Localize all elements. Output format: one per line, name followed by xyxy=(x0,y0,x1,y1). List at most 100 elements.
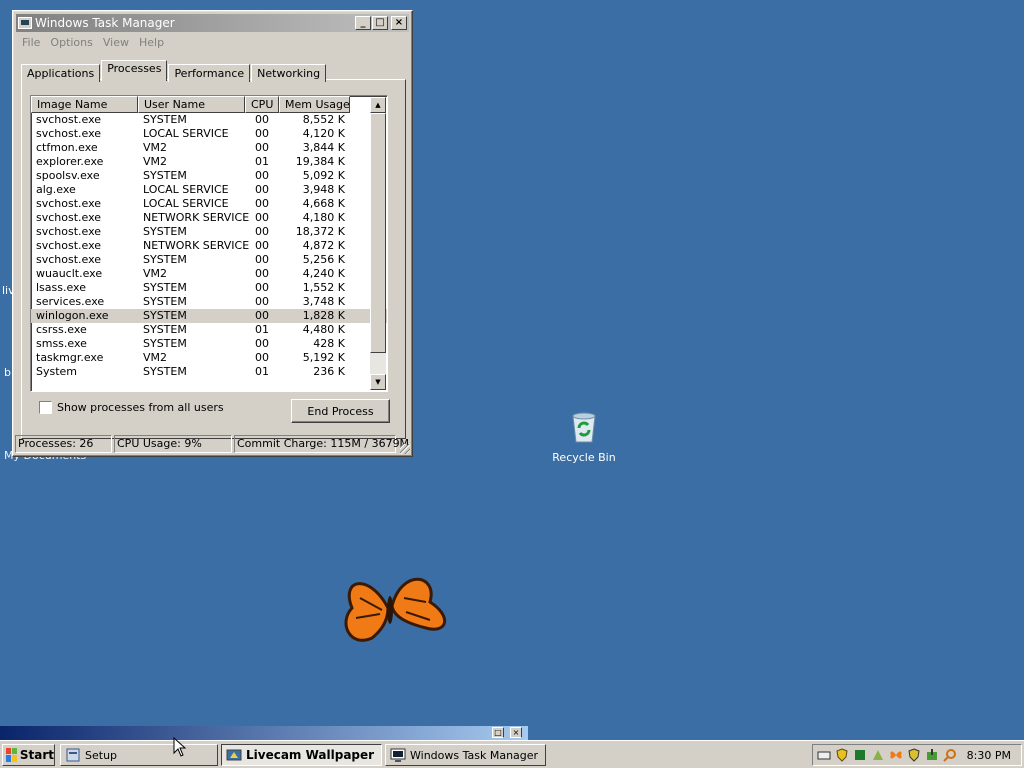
network-icon[interactable] xyxy=(853,748,867,762)
table-row[interactable]: svchost.exe SYSTEM 00 18,372 K xyxy=(31,225,387,239)
vertical-scrollbar[interactable]: ▲ ▼ xyxy=(370,97,386,390)
keyboard-icon[interactable] xyxy=(817,748,831,762)
livecam-icon xyxy=(226,749,242,761)
start-label: Start xyxy=(19,747,54,762)
status-cpu-usage: CPU Usage: 9% xyxy=(114,435,232,453)
process-cpu: 00 xyxy=(255,295,269,308)
menu-help[interactable]: Help xyxy=(134,34,169,51)
process-list[interactable]: Image Name User Name CPU Mem Usage svcho… xyxy=(30,95,388,392)
setup-window-edge[interactable]: □ × xyxy=(0,726,528,740)
process-image-name: System xyxy=(36,365,78,378)
system-tray: 8:30 PM xyxy=(812,744,1022,766)
process-mem-usage: 4,668 K xyxy=(302,197,345,210)
desktop-icon-label-fragment[interactable]: b xyxy=(4,366,11,379)
scroll-up-arrow-icon[interactable]: ▲ xyxy=(370,97,386,113)
table-row[interactable]: svchost.exe LOCAL SERVICE 00 4,120 K xyxy=(31,127,387,141)
process-mem-usage: 4,180 K xyxy=(302,211,345,224)
process-image-name: svchost.exe xyxy=(36,239,102,252)
table-row[interactable]: smss.exe SYSTEM 00 428 K xyxy=(31,337,387,351)
show-all-users-option[interactable]: Show processes from all users xyxy=(39,401,224,414)
table-row[interactable]: svchost.exe SYSTEM 00 5,256 K xyxy=(31,253,387,267)
process-mem-usage: 3,748 K xyxy=(302,295,345,308)
process-mem-usage: 5,192 K xyxy=(302,351,345,364)
title-bar[interactable]: Windows Task Manager _ □ × xyxy=(16,14,409,32)
process-image-name: svchost.exe xyxy=(36,225,102,238)
process-image-name: svchost.exe xyxy=(36,127,102,140)
process-cpu: 00 xyxy=(255,351,269,364)
table-row[interactable]: winlogon.exe SYSTEM 00 1,828 K xyxy=(31,309,387,323)
task-manager-window[interactable]: Windows Task Manager _ □ × File Options … xyxy=(12,10,413,457)
maximize-button[interactable]: □ xyxy=(372,16,388,30)
table-row[interactable]: svchost.exe NETWORK SERVICE 00 4,180 K xyxy=(31,211,387,225)
table-row[interactable]: services.exe SYSTEM 00 3,748 K xyxy=(31,295,387,309)
process-cpu: 01 xyxy=(255,155,269,168)
menu-view[interactable]: View xyxy=(98,34,134,51)
maximize-button[interactable]: □ xyxy=(492,727,504,738)
search-icon[interactable] xyxy=(943,748,957,762)
table-row[interactable]: taskmgr.exe VM2 00 5,192 K xyxy=(31,351,387,365)
taskbar-item-label: Windows Task Manager xyxy=(410,748,539,762)
process-mem-usage: 3,844 K xyxy=(302,141,345,154)
process-image-name: svchost.exe xyxy=(36,197,102,210)
table-row[interactable]: explorer.exe VM2 01 19,384 K xyxy=(31,155,387,169)
end-process-button[interactable]: End Process xyxy=(291,399,390,423)
column-header-mem-usage[interactable]: Mem Usage xyxy=(279,96,350,113)
tab-performance[interactable]: Performance xyxy=(168,64,251,82)
table-row[interactable]: wuauclt.exe VM2 00 4,240 K xyxy=(31,267,387,281)
process-image-name: taskmgr.exe xyxy=(36,351,104,364)
column-header-image-name[interactable]: Image Name xyxy=(31,96,138,113)
scroll-down-arrow-icon[interactable]: ▼ xyxy=(370,374,386,390)
mouse-cursor-icon xyxy=(173,737,187,757)
table-row[interactable]: alg.exe LOCAL SERVICE 00 3,948 K xyxy=(31,183,387,197)
process-cpu: 00 xyxy=(255,239,269,252)
shield-icon[interactable] xyxy=(835,748,849,762)
recycle-bin-desktop-icon[interactable]: Recycle Bin xyxy=(552,410,616,464)
task-manager-icon xyxy=(390,748,406,762)
table-row[interactable]: svchost.exe LOCAL SERVICE 00 4,668 K xyxy=(31,197,387,211)
process-user-name: VM2 xyxy=(143,155,168,168)
livecam-icon[interactable] xyxy=(871,748,885,762)
taskbar-item-livecam-wallpaper[interactable]: Livecam Wallpaper xyxy=(221,744,382,766)
scrollbar-thumb[interactable] xyxy=(370,113,386,353)
process-image-name: explorer.exe xyxy=(36,155,104,168)
show-all-users-label[interactable]: Show processes from all users xyxy=(57,401,224,414)
close-button[interactable]: × xyxy=(391,16,407,30)
process-user-name: LOCAL SERVICE xyxy=(143,197,229,210)
table-row[interactable]: lsass.exe SYSTEM 00 1,552 K xyxy=(31,281,387,295)
process-user-name: SYSTEM xyxy=(143,169,187,182)
table-row[interactable]: ctfmon.exe VM2 00 3,844 K xyxy=(31,141,387,155)
process-user-name: SYSTEM xyxy=(143,281,187,294)
taskbar-item-task-manager[interactable]: Windows Task Manager xyxy=(385,744,546,766)
process-cpu: 01 xyxy=(255,323,269,336)
table-row[interactable]: svchost.exe NETWORK SERVICE 00 4,872 K xyxy=(31,239,387,253)
tab-networking[interactable]: Networking xyxy=(251,64,327,82)
menu-file[interactable]: File xyxy=(17,34,45,51)
column-header-cpu[interactable]: CPU xyxy=(245,96,279,113)
minimize-button[interactable]: _ xyxy=(355,16,371,30)
show-all-users-checkbox[interactable] xyxy=(39,401,52,414)
table-row[interactable]: csrss.exe SYSTEM 01 4,480 K xyxy=(31,323,387,337)
tab-processes[interactable]: Processes xyxy=(101,60,168,81)
butterfly-icon[interactable] xyxy=(889,748,903,762)
process-cpu: 00 xyxy=(255,253,269,266)
process-user-name: NETWORK SERVICE xyxy=(143,239,250,252)
process-mem-usage: 3,948 K xyxy=(302,183,345,196)
window-title: Windows Task Manager xyxy=(35,16,175,30)
security-icon[interactable] xyxy=(907,748,921,762)
resize-grip-icon[interactable] xyxy=(400,444,410,454)
process-image-name: svchost.exe xyxy=(36,113,102,126)
table-row[interactable]: System SYSTEM 01 236 K xyxy=(31,365,387,379)
table-row[interactable]: svchost.exe SYSTEM 00 8,552 K xyxy=(31,113,387,127)
recycle-bin-icon xyxy=(572,412,596,443)
menu-options[interactable]: Options xyxy=(45,34,97,51)
process-user-name: VM2 xyxy=(143,141,168,154)
table-row[interactable]: spoolsv.exe SYSTEM 00 5,092 K xyxy=(31,169,387,183)
start-button[interactable]: Start xyxy=(2,743,55,766)
clock[interactable]: 8:30 PM xyxy=(967,749,1011,762)
tab-applications[interactable]: Applications xyxy=(21,64,101,82)
taskbar-item-setup[interactable]: Setup xyxy=(60,744,218,766)
close-button[interactable]: × xyxy=(510,727,522,738)
column-header-user-name[interactable]: User Name xyxy=(138,96,245,113)
install-icon[interactable] xyxy=(925,748,939,762)
process-mem-usage: 18,372 K xyxy=(295,225,345,238)
